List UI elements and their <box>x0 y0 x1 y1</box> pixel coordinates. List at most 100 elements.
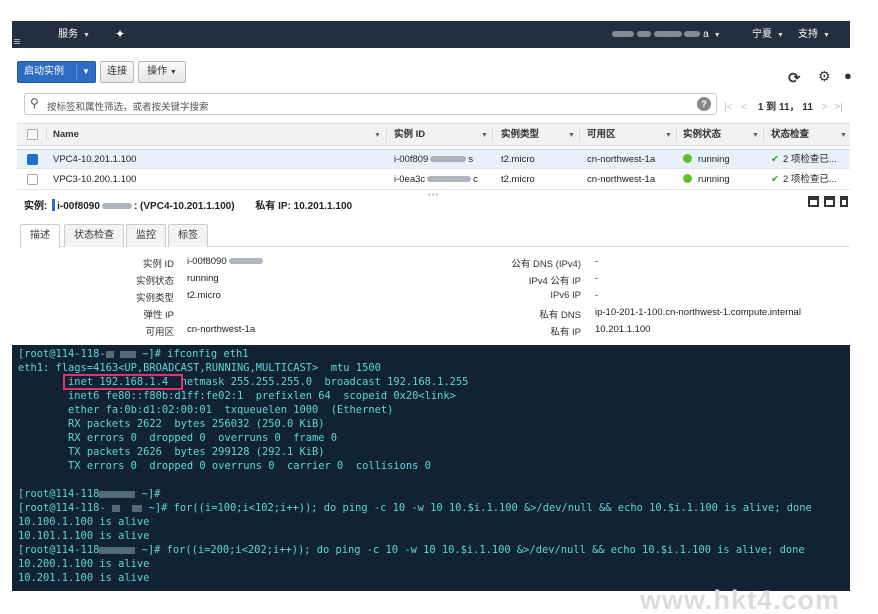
prev-page-icon[interactable]: < <box>741 102 747 113</box>
cell-status-checks: ✔ 2 项检查已... <box>771 150 837 170</box>
search-input[interactable]: ⚲ 按标签和属性筛选，或者按关键字搜索 ? <box>24 93 717 115</box>
actions-button[interactable]: 操作 ▼ <box>138 61 186 83</box>
tab-description[interactable]: 描述 <box>20 224 60 248</box>
terminal-line: TX errors 0 dropped 0 overruns 0 carrier… <box>18 460 431 472</box>
column-divider <box>492 128 493 142</box>
chevron-down-icon: ▼ <box>169 69 177 76</box>
last-page-icon[interactable]: >| <box>834 102 842 113</box>
help-icon[interactable]: ● <box>844 68 852 83</box>
actions-label: 操作 <box>147 66 168 77</box>
status-check-text: 2 项检查已... <box>782 154 837 165</box>
table-row[interactable]: VPC3-10.200.1.100 i-0ea3c c t2.micro cn-n… <box>17 170 850 190</box>
command-text: ~]# for((i=200;i<202;i++)); do ping -c 1… <box>135 544 805 556</box>
column-header-instance-state[interactable]: 实例状态 <box>683 124 721 147</box>
tab-monitoring[interactable]: 监控 <box>126 224 166 247</box>
instance-name-text: : (VPC4-10.201.1.100) <box>133 201 235 212</box>
value-private-ip: 10.201.1.100 <box>595 324 651 335</box>
select-all-checkbox[interactable] <box>27 129 38 140</box>
value-private-dns: ip-10-201-1-100.cn-northwest-1.compute.i… <box>595 307 801 318</box>
tab-status-checks[interactable]: 状态检查 <box>64 224 124 247</box>
cell-instance-id: i-00f809 s <box>394 150 473 170</box>
refresh-icon[interactable]: ⟳ <box>788 69 801 87</box>
services-label: 服务 <box>58 29 78 40</box>
highlight-box <box>63 374 183 390</box>
column-label: 可用区 <box>587 129 616 140</box>
column-header-name[interactable]: Name <box>53 124 79 147</box>
layout-bottom-icon[interactable] <box>808 196 819 207</box>
chevron-down-icon: ▼ <box>823 32 830 39</box>
terminal-line: [root@114-118 ~]# <box>18 487 160 501</box>
pagination: |< < 1 到 11， 11 > >| <box>724 98 843 113</box>
label-instance-state: 实例状态 <box>135 276 174 287</box>
row-checkbox[interactable] <box>27 154 38 165</box>
column-divider <box>46 128 47 142</box>
column-header-status-checks[interactable]: 状态检查 <box>771 124 809 147</box>
terminal-line: [root@114-118- ~]# for((i=100;i<102;i++)… <box>18 501 812 515</box>
label-instance-id: 实例 ID <box>142 259 174 270</box>
column-label: 实例状态 <box>683 129 722 140</box>
connect-button[interactable]: 连接 <box>100 61 134 83</box>
sort-icon[interactable]: ▼ <box>840 124 847 147</box>
column-header-instance-id[interactable]: 实例 ID <box>394 124 425 147</box>
command-text: ~]# for((i=100;i<102;i++)); do ping -c 1… <box>142 502 812 514</box>
value-instance-type: t2.micro <box>187 290 221 301</box>
support-label: 支持 <box>798 29 818 40</box>
services-menu[interactable]: 服务 ▼ <box>58 21 90 48</box>
next-page-icon[interactable]: > <box>822 102 828 113</box>
terminal-line: eth1: flags=4163<UP,BROADCAST,RUNNING,MU… <box>18 362 381 374</box>
column-header-availability-zone[interactable]: 可用区 <box>587 124 616 147</box>
sort-icon[interactable]: ▼ <box>568 124 575 147</box>
column-label: 状态检查 <box>771 129 810 140</box>
help-icon[interactable]: ? <box>697 97 711 111</box>
row-checkbox[interactable] <box>27 174 38 185</box>
terminal-line: [root@114-118 ~]# for((i=200;i<202;i++))… <box>18 543 805 557</box>
table-row[interactable]: VPC4-10.201.1.100 i-00f809 s t2.micro cn-… <box>17 149 850 169</box>
terminal-line: 10.200.1.100 is alive <box>18 558 150 570</box>
instance-label: 实例: <box>24 201 48 212</box>
region-label: 宁夏 <box>752 29 772 40</box>
state-text: running <box>698 154 730 165</box>
column-divider <box>763 128 764 142</box>
column-header-instance-type[interactable]: 实例类型 <box>501 124 539 147</box>
pin-icon[interactable]: ✦ <box>115 21 125 48</box>
launch-instance-button[interactable]: 启动实例 ▼ <box>17 61 96 83</box>
layout-side-icon[interactable] <box>840 196 848 207</box>
id-marker <box>52 199 56 211</box>
sort-icon[interactable]: ▼ <box>752 124 759 147</box>
check-icon: ✔ <box>771 154 779 165</box>
gear-icon[interactable]: ⚙ <box>818 68 831 85</box>
chevron-down-icon: ▼ <box>777 32 784 39</box>
check-icon: ✔ <box>771 174 779 185</box>
detail-tabs: 描述 状态检查 监控 标签 <box>20 224 850 248</box>
terminal-line: 10.101.1.100 is alive <box>18 530 150 542</box>
terminal-line: [root@114-118- ~]# ifconfig eth1 <box>18 347 248 361</box>
instance-id-tail: s <box>468 154 474 165</box>
redacted-mark <box>684 31 701 38</box>
redacted-mark <box>636 31 651 38</box>
resize-handle[interactable]: ▪▪▪ <box>428 190 440 199</box>
sort-icon[interactable]: ▼ <box>374 124 381 147</box>
chevron-down-icon[interactable]: ▼ <box>82 62 90 82</box>
support-menu[interactable]: 支持 ▼ <box>798 21 830 48</box>
first-page-icon[interactable]: |< <box>724 102 732 113</box>
column-label: Name <box>53 129 79 140</box>
prompt-text: [root@114-118 <box>18 544 100 556</box>
layout-split-icon[interactable] <box>824 196 835 207</box>
redacted-mark <box>111 504 120 512</box>
tab-tags[interactable]: 标签 <box>168 224 208 247</box>
terminal-line: 10.201.1.100 is alive <box>18 572 150 584</box>
cell-instance-type: t2.micro <box>501 154 535 165</box>
selected-instance-title: 实例: i-00f8090: (VPC4-10.201.1.100) 私有 IP… <box>24 197 352 212</box>
chevron-down-icon: ▼ <box>83 32 90 39</box>
redacted-mark <box>653 31 682 38</box>
value-text: i-00f8090 <box>187 256 227 267</box>
sort-icon[interactable]: ▼ <box>665 124 672 147</box>
account-menu[interactable]: a ▼ <box>612 21 721 48</box>
instance-id-tail: c <box>473 174 478 185</box>
region-menu[interactable]: 宁夏 ▼ <box>752 21 784 48</box>
state-text: running <box>698 174 730 185</box>
cell-availability-zone: cn-northwest-1a <box>587 154 656 165</box>
redacted-mark <box>612 31 634 38</box>
search-icon: ⚲ <box>30 96 39 110</box>
sort-icon[interactable]: ▼ <box>481 124 488 147</box>
